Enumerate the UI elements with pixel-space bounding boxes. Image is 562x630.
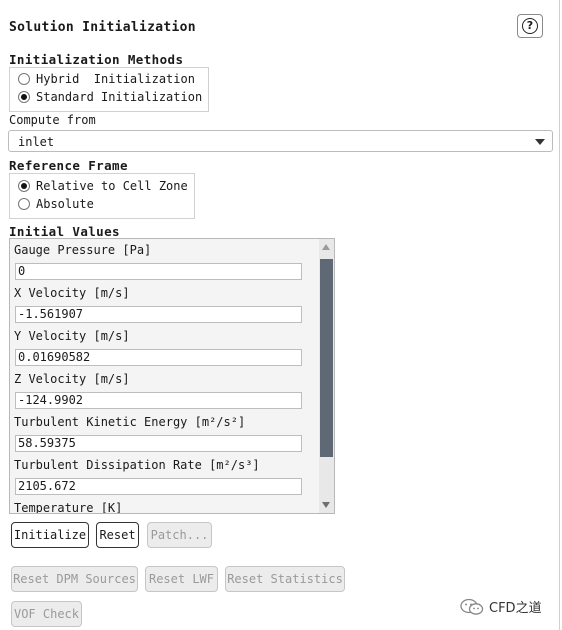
help-button[interactable]: ? [517, 14, 543, 38]
watermark: CFD之道 [460, 597, 542, 616]
panel-title: Solution Initialization [9, 20, 196, 35]
compute-from-dropdown[interactable]: inlet [8, 130, 553, 152]
reference-frame-label: Reference Frame [9, 158, 128, 173]
compute-from-value: inlet [18, 135, 55, 149]
radio-hybrid-initialization[interactable]: Hybrid Initialization [18, 72, 195, 86]
radio-relative-to-cell-zone[interactable]: Relative to Cell Zone [18, 179, 188, 193]
reference-frame-group: Relative to Cell Zone Absolute [9, 173, 195, 219]
panel-right-border [559, 0, 560, 630]
scrollbar-thumb[interactable] [320, 259, 333, 457]
reset-statistics-button[interactable]: Reset Statistics [225, 566, 345, 592]
x-velocity-input[interactable]: -1.561907 [15, 306, 302, 323]
initial-values-scrollbar[interactable] [319, 239, 334, 513]
gauge-pressure-input[interactable]: 0 [15, 263, 302, 280]
temperature-label: Temperature [K] [14, 501, 123, 514]
radio-standard-initialization[interactable]: Standard Initialization [18, 90, 202, 104]
gauge-pressure-label: Gauge Pressure [Pa] [14, 243, 152, 257]
initial-values-panel[interactable]: Gauge Pressure [Pa] 0 X Velocity [m/s] -… [9, 238, 335, 514]
radio-button[interactable] [18, 73, 30, 85]
watermark-text: CFD之道 [489, 601, 542, 616]
scroll-up-icon[interactable] [322, 244, 330, 250]
initialize-button[interactable]: Initialize [11, 522, 89, 548]
scroll-down-icon[interactable] [322, 502, 330, 508]
turbulent-kinetic-energy-label: Turbulent Kinetic Energy [m²/s²] [14, 415, 246, 429]
wechat-icon [460, 598, 484, 615]
turbulent-dissipation-rate-input[interactable]: 2105.672 [15, 478, 302, 495]
radio-label: Absolute [36, 197, 94, 211]
chevron-down-icon[interactable] [535, 139, 545, 145]
reset-button[interactable]: Reset [96, 522, 139, 548]
init-methods-group: Hybrid Initialization Standard Initializ… [9, 67, 209, 112]
z-velocity-input[interactable]: -124.9902 [15, 392, 302, 409]
radio-label: Relative to Cell Zone [36, 179, 188, 193]
z-velocity-label: Z Velocity [m/s] [14, 372, 130, 386]
compute-from-label: Compute from [9, 113, 96, 127]
radio-button[interactable] [18, 198, 30, 210]
y-velocity-input[interactable]: 0.01690582 [15, 349, 302, 366]
x-velocity-label: X Velocity [m/s] [14, 286, 130, 300]
y-velocity-label: Y Velocity [m/s] [14, 329, 130, 343]
reset-lwf-button[interactable]: Reset LWF [145, 566, 218, 592]
radio-button-selected[interactable] [18, 180, 30, 192]
reset-dpm-sources-button[interactable]: Reset DPM Sources [11, 566, 138, 592]
turbulent-kinetic-energy-input[interactable]: 58.59375 [15, 435, 302, 452]
init-methods-label: Initialization Methods [9, 52, 184, 67]
radio-label: Standard Initialization [36, 90, 203, 104]
patch-button[interactable]: Patch... [147, 522, 212, 548]
turbulent-dissipation-rate-label: Turbulent Dissipation Rate [m²/s³] [14, 458, 260, 472]
radio-absolute[interactable]: Absolute [18, 197, 94, 211]
initial-values-label: Initial Values [9, 224, 120, 239]
question-icon: ? [522, 18, 538, 34]
radio-label: Hybrid Initialization [36, 72, 195, 86]
vof-check-button[interactable]: VOF Check [11, 601, 82, 627]
radio-button-selected[interactable] [18, 91, 30, 103]
